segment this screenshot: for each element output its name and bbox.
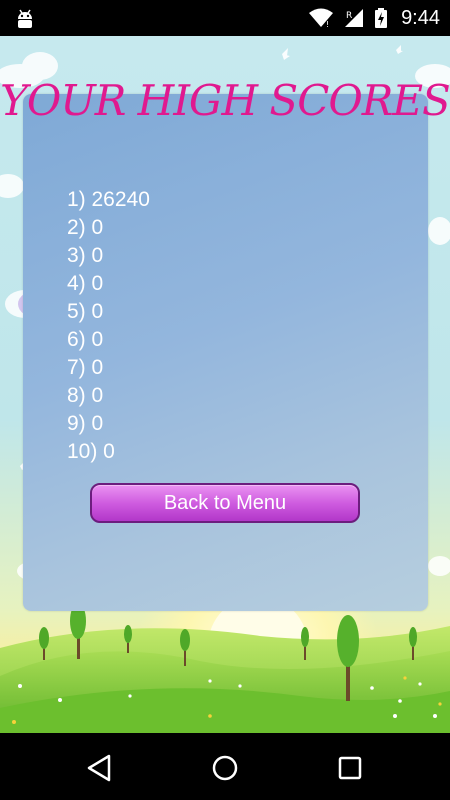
navigation-bar: [0, 733, 450, 800]
score-row: 3) 0: [67, 244, 104, 267]
back-to-menu-button[interactable]: Back to Menu: [90, 483, 360, 523]
score-row: 9) 0: [67, 412, 104, 435]
signal-roaming-icon: R: [345, 9, 364, 27]
wifi-icon: !: [309, 8, 334, 28]
score-row: 10) 0: [67, 440, 115, 463]
battery-charging-icon: [375, 8, 388, 28]
home-icon[interactable]: [208, 751, 242, 785]
score-row: 2) 0: [67, 216, 104, 239]
status-bar: ! R 9:44: [0, 0, 450, 36]
high-scores-list: 1) 26240 2) 0 3) 0 4) 0 5) 0 6) 0 7) 0 8…: [67, 186, 150, 466]
android-debug-icon: [18, 9, 32, 28]
score-row: 5) 0: [67, 300, 104, 323]
back-icon[interactable]: [83, 751, 117, 785]
score-row: 1) 26240: [67, 188, 150, 211]
score-row: 7) 0: [67, 356, 104, 379]
score-row: 8) 0: [67, 384, 104, 407]
svg-text:!: !: [326, 20, 329, 28]
svg-text:R: R: [346, 11, 352, 21]
page-title: YOUR HIGH SCORES: [0, 76, 450, 125]
recents-icon[interactable]: [333, 751, 367, 785]
score-row: 6) 0: [67, 328, 104, 351]
clock: 9:44: [401, 6, 440, 29]
score-row: 4) 0: [67, 272, 104, 295]
